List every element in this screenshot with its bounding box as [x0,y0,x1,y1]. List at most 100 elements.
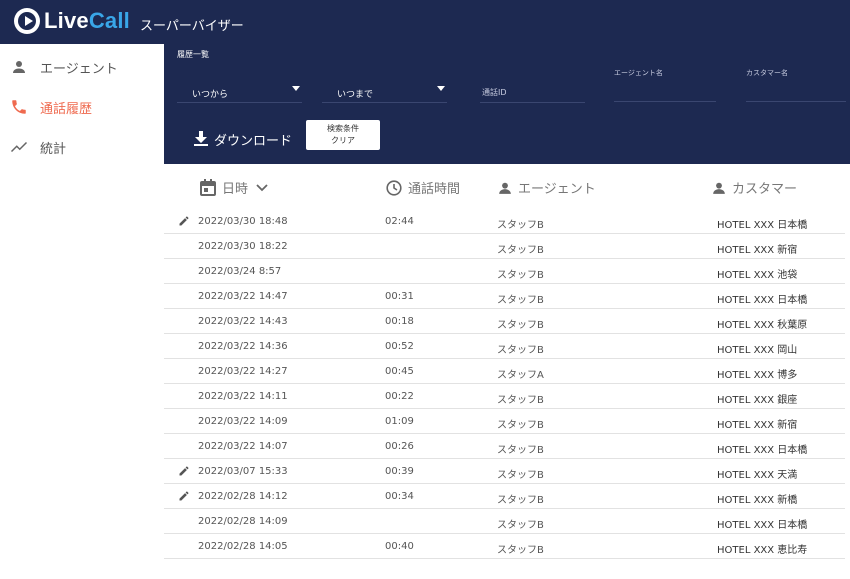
date-from-value: いつから [192,90,229,100]
table-row[interactable]: 2022/03/07 15:33 00:39 スタッフB HOTEL XXX 天満 [164,459,845,484]
cell-duration: 00:34 [385,491,414,502]
cell-duration: 00:26 [385,441,414,452]
clear-filters-label-2: クリア [331,136,355,145]
cell-agent: スタッフB [497,495,544,506]
chevron-down-icon [256,183,268,191]
cell-agent: スタッフB [497,395,544,406]
clear-filters-label-1: 検索条件 [327,124,359,133]
cell-agent: スタッフB [497,420,544,431]
cell-datetime: 2022/03/22 14:11 [198,391,288,402]
cell-duration: 00:52 [385,341,414,352]
cell-agent: スタッフB [497,320,544,331]
table-row[interactable]: 2022/03/22 14:36 00:52 スタッフB HOTEL XXX 岡山 [164,334,845,359]
clear-filters-button[interactable]: 検索条件 クリア [306,120,380,150]
cell-datetime: 2022/03/24 8:57 [198,266,282,277]
edit-pencil-icon[interactable] [178,490,190,502]
column-datetime[interactable]: 日時 [200,178,274,197]
person-icon [13,61,25,73]
customer-name-field[interactable] [746,82,846,102]
sidebar-item-agents[interactable]: エージェント [0,47,164,87]
sidebar-item-stats[interactable]: 統計 [0,127,164,167]
cell-duration: 01:09 [385,416,414,427]
top-bar: LiveCall スーパーバイザー [0,0,850,44]
cell-customer: HOTEL XXX 岡山 [717,345,798,356]
sidebar-item-call-history[interactable]: 通話履歴 [0,87,164,127]
cell-duration: 00:22 [385,391,414,402]
cell-agent: スタッフB [497,295,544,306]
agent-name-label: エージェント名 [614,69,663,77]
phone-icon [12,100,26,114]
cell-customer: HOTEL XXX 秋葉原 [717,320,808,331]
clock-icon [386,179,402,196]
column-duration: 通話時間 [386,178,460,197]
cell-datetime: 2022/03/22 14:43 [198,316,288,327]
table-row[interactable]: 2022/03/24 8:57 スタッフB HOTEL XXX 池袋 [164,259,845,284]
cell-datetime: 2022/03/22 14:09 [198,416,288,427]
cell-agent: スタッフB [497,270,544,281]
cell-agent: スタッフB [497,345,544,356]
cell-datetime: 2022/03/22 14:47 [198,291,288,302]
cell-customer: HOTEL XXX 新宿 [717,420,798,431]
sidebar-item-label: エージェント [40,61,118,77]
download-icon [194,131,208,146]
column-customer-label: カスタマー [732,182,798,197]
cell-customer: HOTEL XXX 銀座 [717,395,798,406]
table-row[interactable]: 2022/03/22 14:07 00:26 スタッフB HOTEL XXX 日本橋 [164,434,845,459]
table-row[interactable]: 2022/02/28 14:09 スタッフB HOTEL XXX 日本橋 [164,509,845,534]
cell-duration: 00:39 [385,466,414,477]
download-button[interactable]: ダウンロード [194,129,292,149]
cell-datetime: 2022/02/28 14:12 [198,491,288,502]
cell-customer: HOTEL XXX 博多 [717,370,798,381]
cell-datetime: 2022/02/28 14:05 [198,541,288,552]
column-agent: エージェント [498,178,596,197]
cell-duration: 00:18 [385,316,414,327]
table-row[interactable]: 2022/03/22 14:27 00:45 スタッフA HOTEL XXX 博多 [164,359,845,384]
cell-agent: スタッフB [497,520,544,531]
cell-customer: HOTEL XXX 日本橋 [717,445,808,456]
date-from-select[interactable]: いつから [177,83,302,103]
date-to-value: いつまで [337,90,374,100]
column-duration-label: 通話時間 [408,182,461,197]
cell-datetime: 2022/03/30 18:48 [198,216,288,227]
cell-duration: 00:40 [385,541,414,552]
filter-panel: 履歴一覧 いつから いつまで 通話ID エージェント名 カスタマー名 ダウンロー… [164,44,850,164]
table-row[interactable]: 2022/03/22 14:47 00:31 スタッフB HOTEL XXX 日本橋 [164,284,845,309]
person-icon [499,182,511,194]
cell-customer: HOTEL XXX 天満 [717,470,798,481]
table-row[interactable]: 2022/03/30 18:48 02:44 スタッフB HOTEL XXX 日本橋 [164,209,845,234]
cell-agent: スタッフB [497,470,544,481]
cell-duration: 00:31 [385,291,414,302]
table-row[interactable]: 2022/02/28 14:05 00:40 スタッフB HOTEL XXX 恵比寿 [164,534,845,559]
dropdown-arrow-icon [437,86,445,91]
table-row[interactable]: 2022/03/22 14:11 00:22 スタッフB HOTEL XXX 銀座 [164,384,845,409]
table-row[interactable]: 2022/02/28 14:12 00:34 スタッフB HOTEL XXX 新橋 [164,484,845,509]
cell-agent: スタッフB [497,545,544,556]
cell-customer: HOTEL XXX 新宿 [717,245,798,256]
person-icon [713,182,725,194]
dropdown-arrow-icon [292,86,300,91]
cell-agent: スタッフB [497,245,544,256]
table-row[interactable]: 2022/03/22 14:43 00:18 スタッフB HOTEL XXX 秋葉原 [164,309,845,334]
cell-agent: スタッフB [497,445,544,456]
cell-agent: スタッフB [497,220,544,231]
customer-name-label: カスタマー名 [746,69,788,77]
edit-pencil-icon[interactable] [178,215,190,227]
sidebar-item-label: 通話履歴 [40,101,93,117]
cell-duration: 02:44 [385,216,414,227]
edit-pencil-icon[interactable] [178,465,190,477]
cell-customer: HOTEL XXX 恵比寿 [717,545,808,556]
table-header: 日時 通話時間 エージェント カスタマー [164,164,850,209]
cell-datetime: 2022/03/22 14:27 [198,366,288,377]
livecall-logo[interactable]: LiveCall [14,6,130,36]
date-to-select[interactable]: いつまで [322,83,447,103]
column-agent-label: エージェント [518,182,596,197]
call-id-field[interactable]: 通話ID [480,83,585,103]
table-row[interactable]: 2022/03/22 14:09 01:09 スタッフB HOTEL XXX 新宿 [164,409,845,434]
cell-datetime: 2022/02/28 14:09 [198,516,288,527]
table-row[interactable]: 2022/03/30 18:22 スタッフB HOTEL XXX 新宿 [164,234,845,259]
sidebar: エージェント 通話履歴 統計 [0,44,164,579]
cell-datetime: 2022/03/22 14:36 [198,341,288,352]
cell-duration: 00:45 [385,366,414,377]
calendar-icon [200,179,216,196]
agent-name-field[interactable] [614,82,716,102]
